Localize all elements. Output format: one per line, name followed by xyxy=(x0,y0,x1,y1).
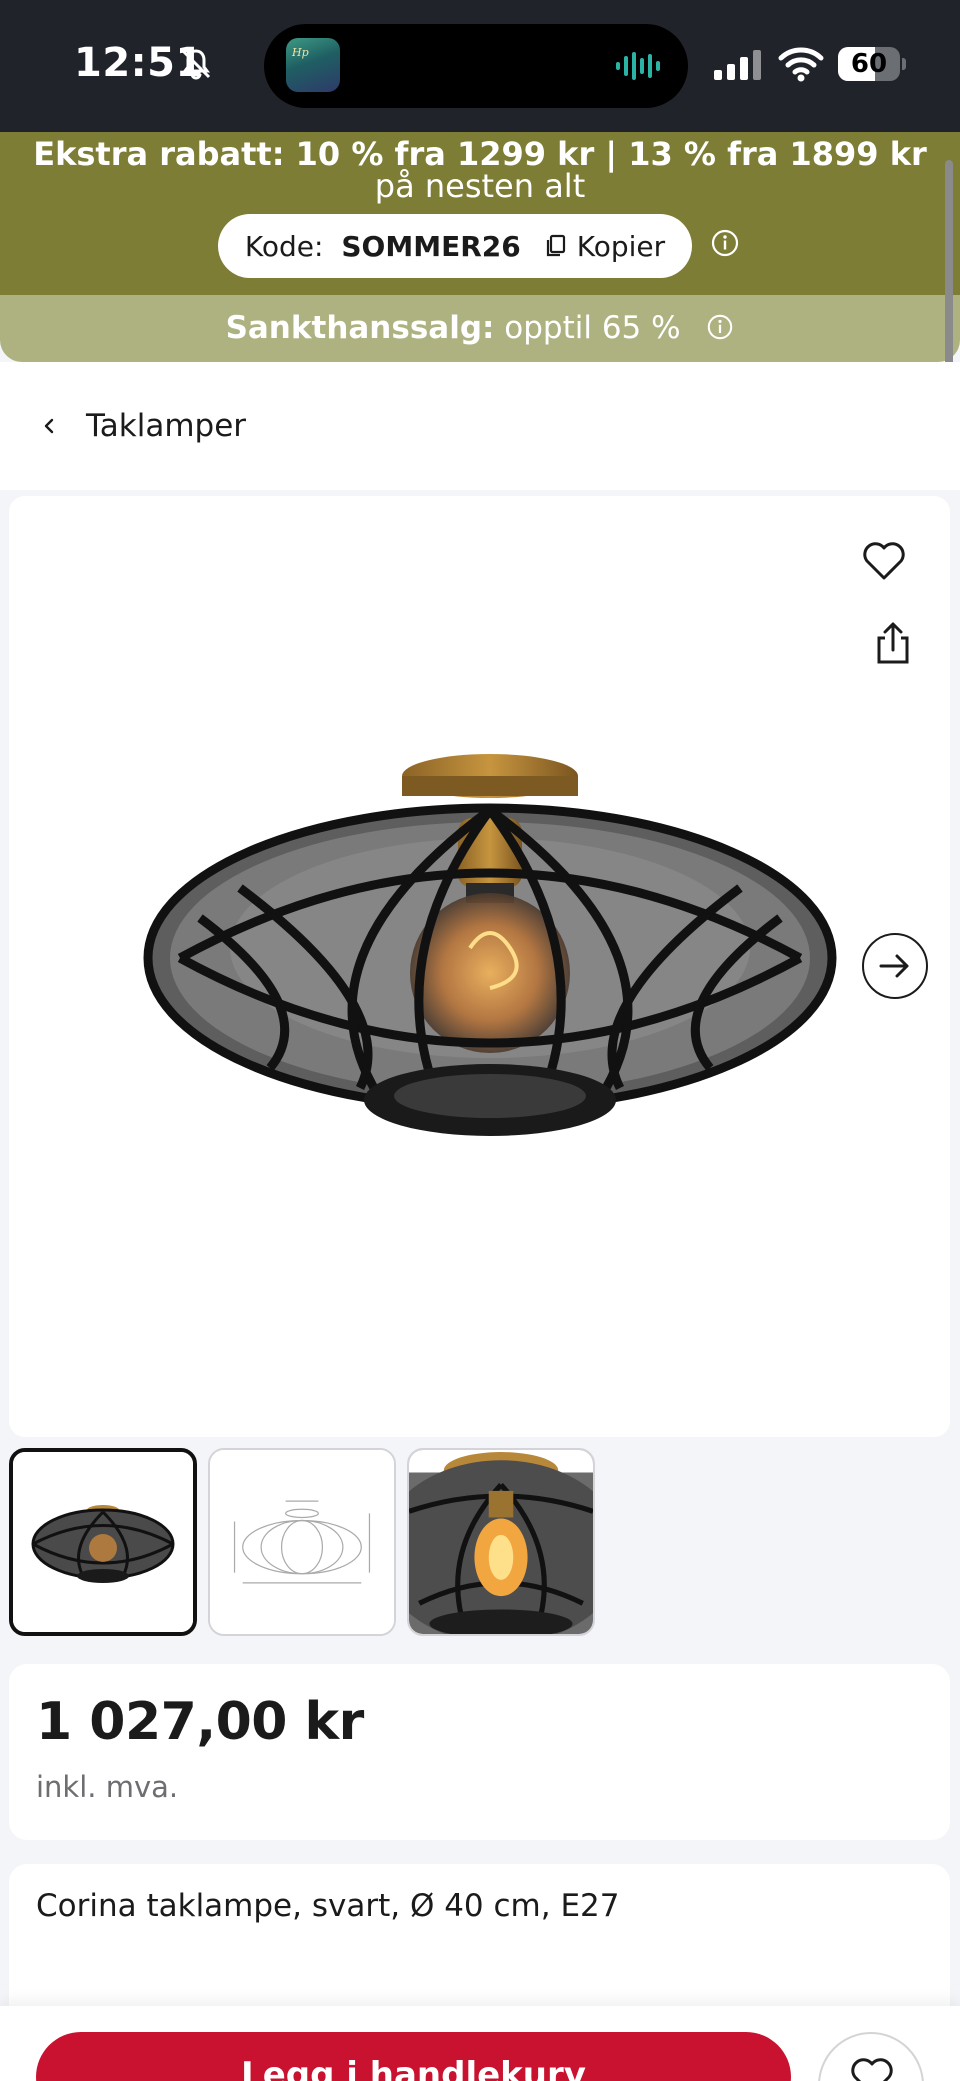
code-value: SOMMER26 xyxy=(341,229,521,263)
signal-icon xyxy=(714,50,761,80)
copy-icon xyxy=(546,234,565,257)
heart-icon xyxy=(851,2058,893,2081)
thumbnail-image xyxy=(13,1452,193,1632)
promo-text: Ekstra rabatt: 10 % fra 1299 kr | 13 % f… xyxy=(30,138,930,202)
status-bar: 12:51 Hp 60 xyxy=(0,0,960,132)
arrow-right-icon xyxy=(879,954,909,978)
product-image[interactable] xyxy=(140,748,840,1168)
dynamic-island[interactable]: Hp xyxy=(264,24,688,108)
bell-slash-icon xyxy=(181,49,211,80)
thumbnail-lamp-dimensions[interactable] xyxy=(208,1448,396,1636)
discount-code-pill[interactable]: Kode: SOMMER26 Kopier xyxy=(218,214,692,278)
price-card: 1 027,00 kr inkl. mva. xyxy=(9,1664,950,1840)
battery-icon: 60 xyxy=(838,47,906,81)
sale-bold-text: Sankthanssalg: xyxy=(225,310,495,346)
battery-level: 60 xyxy=(850,49,888,79)
breadcrumb-category[interactable]: Taklamper xyxy=(86,408,246,444)
info-icon[interactable] xyxy=(706,313,734,341)
sale-text: opptil 65 % xyxy=(494,310,681,346)
sale-banner[interactable]: Sankthanssalg: opptil 65 % xyxy=(0,295,960,362)
audio-wave-icon xyxy=(616,52,660,80)
thumbnail-lamp-front[interactable] xyxy=(9,1448,197,1636)
promo-banner: Ekstra rabatt: 10 % fra 1299 kr | 13 % f… xyxy=(0,132,960,295)
wifi-icon xyxy=(778,47,824,82)
promo-normal-text: på nesten alt xyxy=(374,167,586,205)
copy-button[interactable]: Kopier xyxy=(577,230,665,263)
add-to-cart-button[interactable]: Legg i handlekurv xyxy=(36,2032,791,2081)
info-icon[interactable] xyxy=(710,228,740,258)
thumbnail-image xyxy=(409,1450,593,1634)
vat-note: inkl. mva. xyxy=(36,1770,179,1804)
page-scrollbar[interactable] xyxy=(945,160,953,366)
breadcrumb[interactable]: Taklamper xyxy=(0,362,960,490)
now-playing-artwork-icon: Hp xyxy=(286,38,340,92)
product-title: Corina taklampe, svart, Ø 40 cm, E27 xyxy=(36,1888,620,1924)
code-label: Kode: xyxy=(244,229,324,263)
thumbnail-lamp-closeup[interactable] xyxy=(407,1448,595,1636)
thumbnail-image xyxy=(210,1450,394,1634)
next-image-button[interactable] xyxy=(862,933,928,999)
chevron-left-icon xyxy=(44,418,54,434)
heart-icon[interactable] xyxy=(862,540,906,582)
share-icon[interactable] xyxy=(872,620,914,666)
product-price: 1 027,00 kr xyxy=(36,1692,364,1752)
